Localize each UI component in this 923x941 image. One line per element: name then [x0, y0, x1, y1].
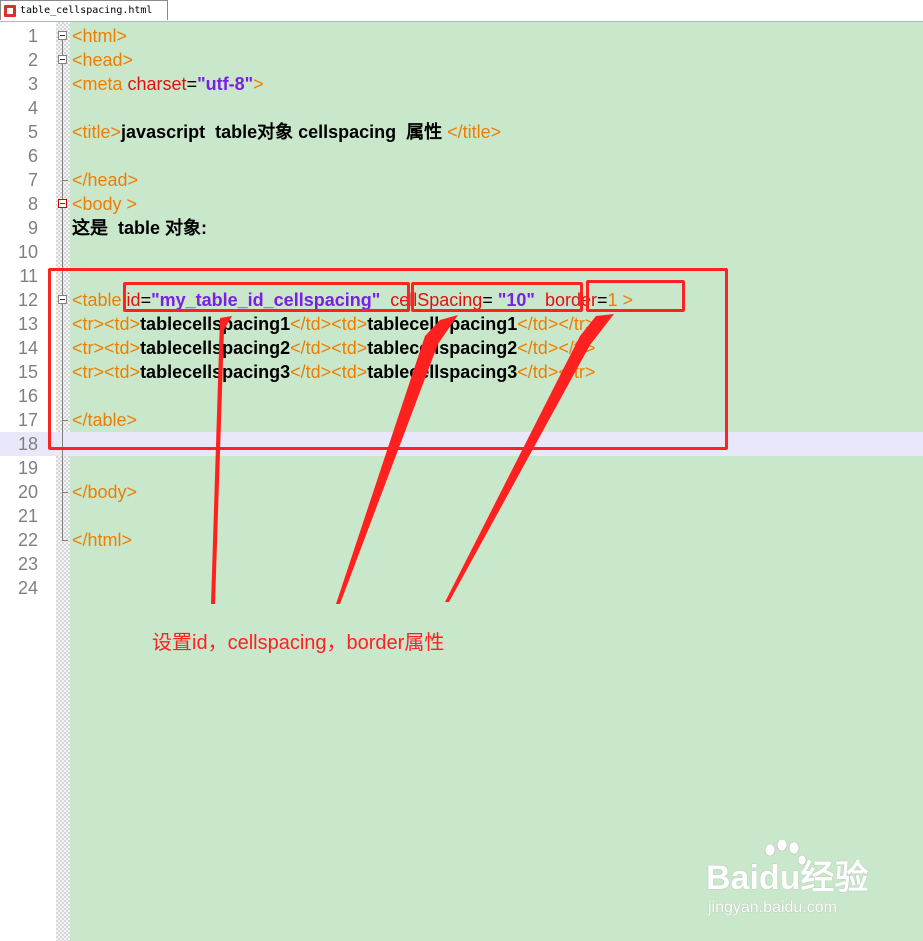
- arrow-to-id: [211, 316, 232, 604]
- arrow-to-border: [445, 314, 614, 602]
- arrow-to-cellspacing: [336, 315, 458, 604]
- baidu-paw-logo-icon: [764, 840, 807, 866]
- watermark-url: jingyan.baidu.com: [708, 899, 837, 916]
- annotation-text: 设置id，cellspacing，border属性: [152, 632, 445, 654]
- annotation-arrows: [211, 314, 614, 604]
